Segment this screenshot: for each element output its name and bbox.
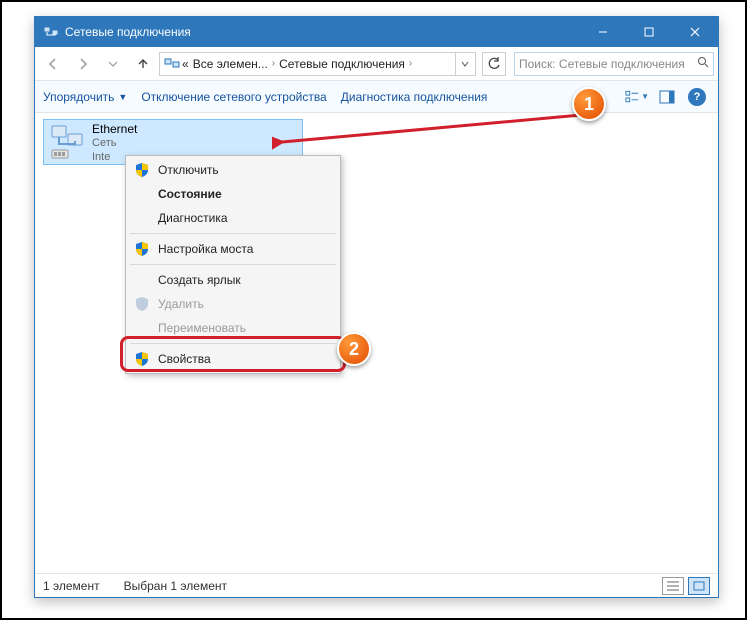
organize-menu[interactable]: Упорядочить ▼	[43, 90, 127, 104]
search-placeholder: Поиск: Сетевые подключения	[519, 57, 685, 71]
status-selection: Выбран 1 элемент	[124, 579, 227, 593]
breadcrumb-part-2[interactable]: Сетевые подключения	[279, 57, 405, 71]
uac-shield-icon	[134, 241, 150, 257]
ctx-disable-label: Отключить	[158, 163, 219, 177]
chevron-right-icon[interactable]: ›	[409, 58, 412, 69]
command-bar: Упорядочить ▼ Отключение сетевого устрой…	[35, 81, 718, 113]
diagnose-label: Диагностика подключения	[341, 90, 488, 104]
ctx-diagnose-label: Диагностика	[158, 211, 228, 225]
ctx-create-shortcut[interactable]: Создать ярлык	[128, 268, 338, 292]
annotation-badge-1: 1	[572, 87, 606, 121]
annotation-badge-2: 2	[337, 332, 371, 366]
back-button[interactable]	[39, 51, 67, 77]
ctx-diagnose[interactable]: Диагностика	[128, 206, 338, 230]
ctx-status[interactable]: Состояние	[128, 182, 338, 206]
ctx-properties-label: Свойства	[158, 352, 211, 366]
ctx-rename-label: Переименовать	[158, 321, 246, 335]
menu-separator	[130, 264, 336, 265]
up-button[interactable]	[129, 51, 157, 77]
ctx-status-label: Состояние	[158, 187, 222, 201]
address-history-dropdown[interactable]	[455, 53, 473, 75]
organize-label: Упорядочить	[43, 90, 114, 104]
ctx-properties[interactable]: Свойства	[128, 347, 338, 371]
recent-locations-button[interactable]	[99, 51, 127, 77]
chevron-down-icon: ▼	[641, 92, 649, 101]
context-menu: Отключить Состояние Диагностика Настройк…	[125, 155, 341, 374]
preview-pane-button[interactable]	[654, 85, 680, 109]
navigation-bar: « Все элемен... › Сетевые подключения › …	[35, 47, 718, 81]
ctx-delete: Удалить	[128, 292, 338, 316]
large-icons-view-button[interactable]	[688, 577, 710, 595]
address-bar[interactable]: « Все элемен... › Сетевые подключения ›	[159, 52, 476, 76]
breadcrumb-prefix: «	[182, 57, 189, 71]
uac-shield-icon	[134, 162, 150, 178]
menu-separator	[130, 343, 336, 344]
explorer-window: Сетевые подключения « Все элемен... › Се…	[34, 16, 719, 598]
uac-shield-icon	[134, 296, 150, 312]
ctx-rename: Переименовать	[128, 316, 338, 340]
search-box[interactable]: Поиск: Сетевые подключения	[514, 52, 714, 76]
help-icon: ?	[688, 88, 706, 106]
ctx-bridge[interactable]: Настройка моста	[128, 237, 338, 261]
content-area[interactable]: Ethernet Сеть Inte Отключить Состояние Д…	[35, 113, 718, 573]
breadcrumb-part-1[interactable]: Все элемен...	[193, 57, 268, 71]
connection-network: Сеть	[92, 136, 137, 150]
disable-device-button[interactable]: Отключение сетевого устройства	[141, 90, 326, 104]
chevron-right-icon[interactable]: ›	[272, 58, 275, 69]
network-connections-icon	[43, 24, 59, 40]
ctx-delete-label: Удалить	[158, 297, 204, 311]
search-icon[interactable]	[697, 56, 709, 71]
menu-separator	[130, 233, 336, 234]
ctx-disable[interactable]: Отключить	[128, 158, 338, 182]
uac-shield-icon	[134, 351, 150, 367]
ctx-bridge-label: Настройка моста	[158, 242, 253, 256]
status-item-count: 1 элемент	[43, 579, 100, 593]
disable-device-label: Отключение сетевого устройства	[141, 90, 326, 104]
ethernet-adapter-icon	[48, 122, 88, 162]
maximize-button[interactable]	[626, 17, 672, 47]
refresh-button[interactable]	[482, 52, 506, 76]
details-view-button[interactable]	[662, 577, 684, 595]
badge-2-text: 2	[349, 339, 359, 360]
view-options-button[interactable]: ▼	[624, 85, 650, 109]
badge-1-text: 1	[584, 94, 594, 115]
titlebar: Сетевые подключения	[35, 17, 718, 47]
chevron-down-icon: ▼	[118, 92, 127, 102]
help-button[interactable]: ?	[684, 85, 710, 109]
window-title: Сетевые подключения	[65, 25, 191, 39]
status-bar: 1 элемент Выбран 1 элемент	[35, 573, 718, 597]
control-panel-icon	[164, 56, 180, 72]
forward-button[interactable]	[69, 51, 97, 77]
ctx-shortcut-label: Создать ярлык	[158, 273, 241, 287]
minimize-button[interactable]	[580, 17, 626, 47]
close-button[interactable]	[672, 17, 718, 47]
diagnose-button[interactable]: Диагностика подключения	[341, 90, 488, 104]
connection-name: Ethernet	[92, 122, 137, 136]
